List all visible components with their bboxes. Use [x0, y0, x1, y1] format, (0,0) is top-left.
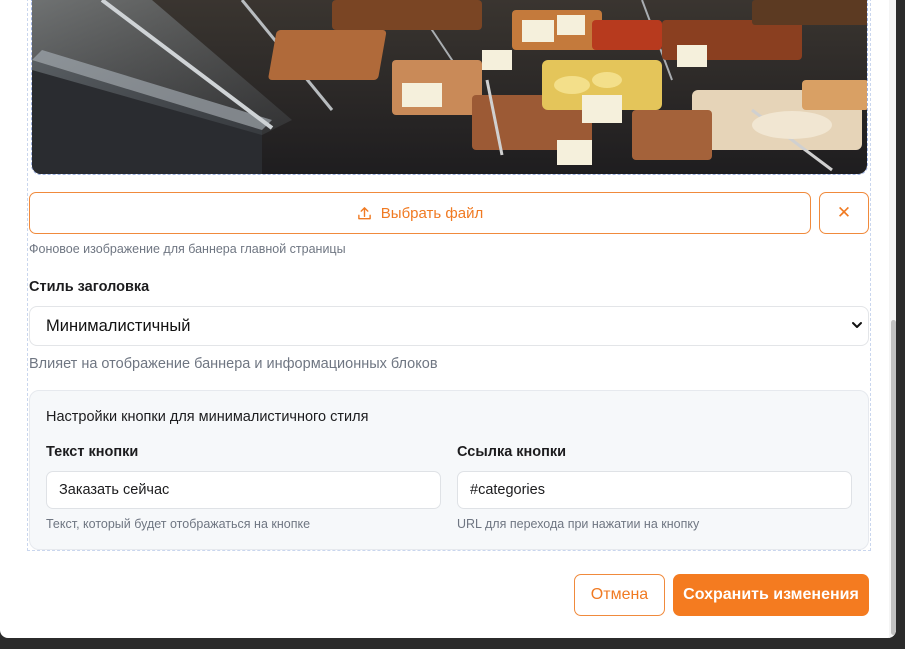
scrollbar-thumb[interactable] [891, 320, 896, 635]
header-style-selected-value: Минималистичный [46, 316, 191, 335]
header-style-hint: Влияет на отображение баннера и информац… [29, 356, 438, 372]
header-style-label: Стиль заголовка [29, 279, 150, 295]
header-style-select[interactable]: Минималистичный [29, 306, 869, 346]
cancel-button[interactable]: Отмена [574, 574, 665, 616]
clear-image-button[interactable]: ✕ [819, 192, 869, 234]
edit-settings-modal: Выбрать файл ✕ Фоновое изображение для б… [0, 0, 896, 638]
chevron-down-icon [852, 322, 862, 328]
button-text-value: Заказать сейчас [59, 482, 170, 498]
button-text-input[interactable]: Заказать сейчас [46, 471, 441, 509]
banner-image-preview [31, 0, 868, 175]
button-settings-title: Настройки кнопки для минималистичного ст… [46, 409, 369, 425]
button-settings-panel: Настройки кнопки для минималистичного ст… [29, 390, 869, 550]
button-text-label: Текст кнопки [46, 444, 139, 460]
upload-icon [357, 206, 371, 219]
deli-counter-photo [32, 0, 867, 174]
button-link-label: Ссылка кнопки [457, 444, 567, 460]
button-link-input[interactable]: #categories [457, 471, 852, 509]
button-text-hint: Текст, который будет отображаться на кно… [46, 517, 311, 531]
button-link-value: #categories [470, 482, 545, 498]
choose-file-label: Выбрать файл [380, 204, 484, 222]
close-icon: ✕ [836, 203, 852, 222]
choose-file-button[interactable]: Выбрать файл [29, 192, 811, 234]
button-link-hint: URL для перехода при нажатии на кнопку [457, 517, 700, 531]
save-changes-button[interactable]: Сохранить изменения [673, 574, 869, 616]
banner-hint: Фоновое изображение для баннера главной … [29, 242, 346, 256]
